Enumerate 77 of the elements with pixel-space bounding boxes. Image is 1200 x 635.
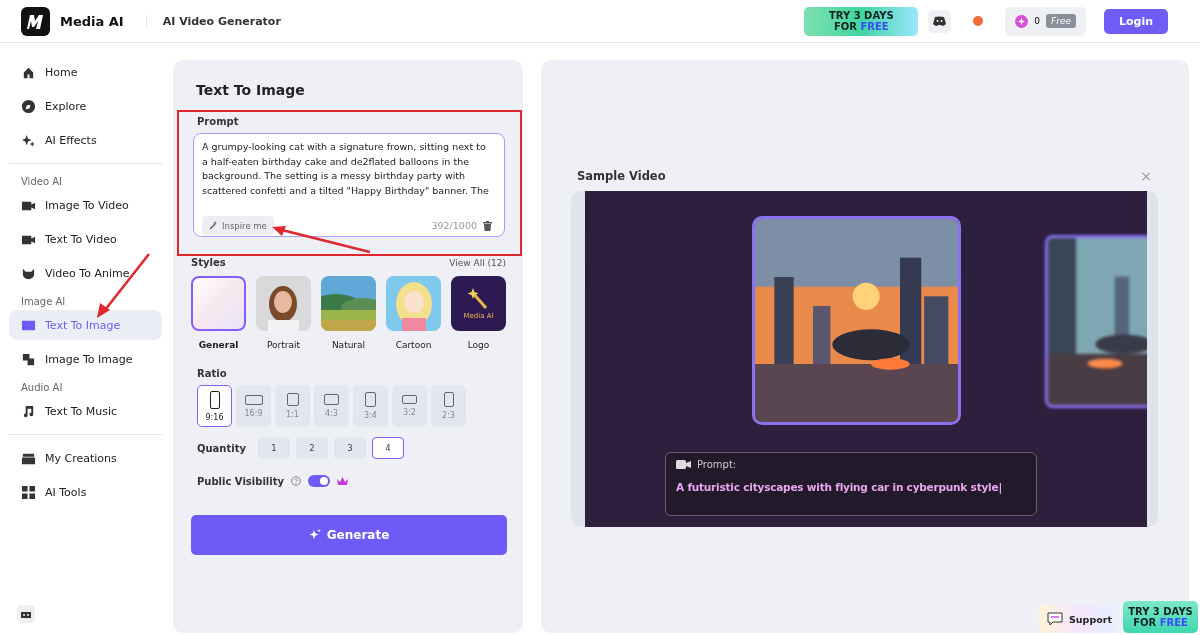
gamepad-icon xyxy=(933,16,947,26)
sidebar-item[interactable]: Home xyxy=(9,57,162,87)
panel-title: Text To Image xyxy=(196,82,306,98)
discord-button[interactable] xyxy=(928,9,952,33)
style-option[interactable]: General xyxy=(191,276,246,350)
arrow-icon xyxy=(270,224,370,254)
style-label: Natural xyxy=(331,340,366,350)
caption-text: A futuristic cityscapes with flying car in cyberpunk style| xyxy=(676,480,1004,494)
sparkle-icon xyxy=(308,529,321,541)
logo-icon xyxy=(21,6,50,36)
chat-bubble-icon xyxy=(1047,612,1063,626)
sidebar-item[interactable]: Video To Anime xyxy=(9,258,162,288)
crown-icon xyxy=(337,476,348,486)
style-label: General xyxy=(198,340,239,350)
sidebar-item[interactable]: Text To Music xyxy=(9,396,162,426)
ratio-label: Ratio xyxy=(197,368,228,379)
sidebar-item[interactable]: My Creations xyxy=(9,443,162,473)
quantity-option[interactable]: 2 xyxy=(296,437,328,459)
aspect-icon xyxy=(365,392,376,407)
credit-count: 0 xyxy=(1034,16,1041,26)
sidebar-item[interactable]: Image To Image xyxy=(9,344,162,374)
trial-banner[interactable]: TRY 3 DAYS FOR FREE xyxy=(1123,601,1198,633)
sparkle-icon xyxy=(21,132,36,148)
aspect-icon xyxy=(286,393,299,406)
styles-label: Styles xyxy=(191,257,226,268)
video-camera-icon xyxy=(676,458,691,470)
trash-icon[interactable] xyxy=(483,220,492,231)
magic-wand-icon xyxy=(209,221,218,230)
aspect-icon xyxy=(244,394,263,405)
arrow-icon xyxy=(95,252,151,320)
sidebar-item[interactable]: Image To Video xyxy=(9,190,162,220)
aspect-icon xyxy=(209,390,220,409)
status-dot xyxy=(973,16,984,26)
sidebar-item[interactable]: Text To Image xyxy=(9,310,162,340)
section-label: Image AI xyxy=(20,295,67,308)
ratio-option[interactable]: 9:16 xyxy=(197,385,232,427)
caption-label: Prompt: xyxy=(697,458,737,470)
compass-icon xyxy=(21,98,36,114)
gradient-swatch xyxy=(191,276,246,331)
visibility-label: Public Visibility xyxy=(197,475,284,487)
plan-badge: Free xyxy=(1046,14,1076,28)
view-all-link[interactable]: View All (12) xyxy=(449,257,506,268)
section-label: Video AI xyxy=(20,175,63,188)
overlap-squares-icon xyxy=(21,351,36,367)
sidebar-item[interactable]: AI Effects xyxy=(9,125,162,155)
prompt-field[interactable]: A grumpy-looking cat with a signature frown, sitting next to a half-eaten birthday cake and de2flated balloons in the background. The setting is a messy birthday party with scattered confetti and a tilted "Happy Birthday" banner. The Inspire me 392/1000 xyxy=(193,133,505,237)
sidebar-item[interactable]: AI Tools xyxy=(9,477,162,507)
support-button[interactable]: Support xyxy=(1039,605,1117,633)
quantity-option[interactable]: 4 xyxy=(372,437,404,459)
music-note-icon xyxy=(21,403,36,419)
style-label: Portrait xyxy=(266,340,301,350)
generate-button[interactable]: Generate xyxy=(191,515,507,555)
help-icon xyxy=(291,476,301,486)
quantity-option[interactable]: 1 xyxy=(258,437,290,459)
brand-name: Media AI xyxy=(60,13,124,29)
visibility-toggle[interactable] xyxy=(308,475,330,487)
trial-banner[interactable]: TRY 3 DAYS FOR FREE xyxy=(804,6,919,36)
grid-icon xyxy=(21,484,36,500)
aspect-icon xyxy=(324,394,339,405)
sidebar-item[interactable]: Text To Video xyxy=(9,224,162,254)
prompt-label: Prompt xyxy=(197,116,240,127)
product-title: AI Video Generator xyxy=(145,14,281,28)
inspire-button[interactable]: Inspire me xyxy=(202,216,274,235)
sidebar-item[interactable]: Explore xyxy=(9,91,162,121)
aspect-icon xyxy=(443,392,454,407)
char-count: 392/1000 xyxy=(431,220,477,231)
quantity-label: Quantity xyxy=(197,442,246,454)
credits-badge[interactable]: 0 Free xyxy=(1005,6,1086,36)
style-label: Logo xyxy=(467,340,490,350)
style-label: Cartoon xyxy=(395,340,432,350)
star-coin-icon xyxy=(1015,14,1029,28)
aspect-icon xyxy=(402,395,417,404)
robot-icon xyxy=(17,605,35,623)
section-label: Audio AI xyxy=(20,381,64,394)
sample-title: Sample Video xyxy=(577,169,666,183)
quantity-option[interactable]: 3 xyxy=(334,437,366,459)
login-button[interactable]: Login xyxy=(1104,8,1168,34)
